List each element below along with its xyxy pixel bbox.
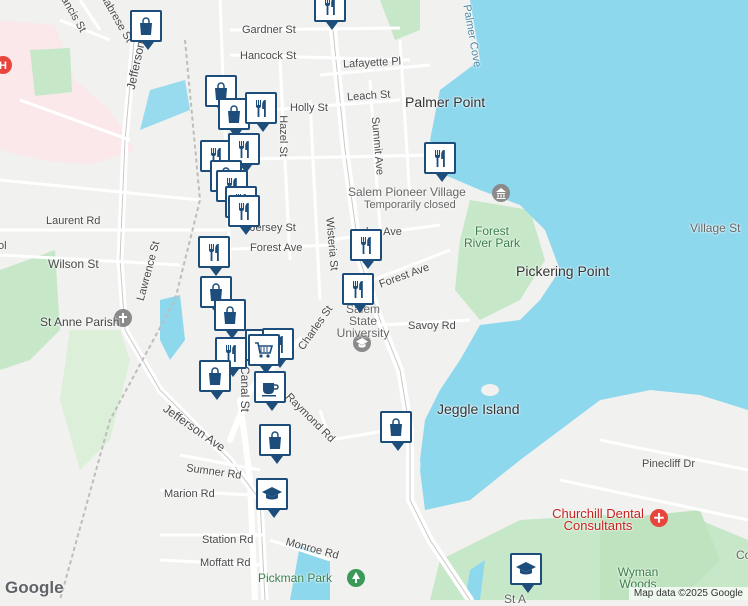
- park-label: Forest River Park: [463, 224, 520, 250]
- shopping-icon: [390, 418, 402, 436]
- cafe-marker[interactable]: [254, 371, 286, 411]
- restaurant-marker[interactable]: [342, 273, 374, 313]
- google-logo: Google: [5, 578, 64, 597]
- dining-icon: [239, 141, 249, 158]
- school-marker[interactable]: [256, 478, 288, 518]
- area-label: Jeggle Island: [437, 401, 520, 417]
- street-label: Hazel St: [276, 115, 289, 157]
- poi-label: Co: [736, 548, 748, 562]
- shopping-icon: [269, 431, 281, 449]
- area-label: Palmer Point: [405, 94, 486, 110]
- museum-icon[interactable]: [492, 184, 510, 202]
- dining-icon: [256, 100, 266, 117]
- area-label: Pickering Point: [516, 263, 610, 279]
- street-label: Gardner St: [242, 24, 296, 36]
- street-label: Laurent Rd: [46, 215, 101, 227]
- restaurant-marker[interactable]: [245, 92, 277, 132]
- restaurant-marker[interactable]: [314, 0, 346, 30]
- street-label: Marion Rd: [164, 488, 215, 500]
- street-label: Canal St: [238, 365, 253, 413]
- dining-icon: [353, 281, 363, 298]
- poi-label[interactable]: St Anne Parish: [40, 316, 119, 328]
- school-marker[interactable]: [510, 553, 542, 593]
- area-label: Village St: [690, 221, 741, 235]
- street-label: Pinecliff Dr: [642, 458, 695, 470]
- map-attribution[interactable]: Map data ©2025 Google: [628, 587, 748, 600]
- dining-icon: [435, 150, 445, 167]
- poi-label[interactable]: Churchill Dental Consultants: [548, 507, 648, 532]
- restaurant-marker[interactable]: [350, 229, 382, 269]
- street-label: ol: [0, 240, 7, 252]
- shopping-icon: [140, 17, 152, 35]
- street-label: Holly St: [290, 102, 328, 114]
- street-label: Moffatt Rd: [200, 557, 251, 569]
- dental-icon[interactable]: [650, 509, 668, 527]
- park-icon[interactable]: [347, 569, 365, 587]
- street-label: Forest Ave: [250, 242, 303, 254]
- restaurant-marker[interactable]: [424, 142, 456, 182]
- poi-label: St A: [504, 592, 527, 606]
- restaurant-marker[interactable]: [198, 236, 230, 276]
- hospital-icon[interactable]: H: [0, 56, 12, 74]
- shopping-marker[interactable]: [199, 360, 231, 400]
- shopping-icon: [209, 367, 221, 385]
- grocery-marker[interactable]: [248, 334, 280, 374]
- dining-icon: [361, 237, 371, 254]
- poi-label[interactable]: Salem Pioneer Village: [348, 186, 466, 198]
- shopping-icon: [224, 306, 236, 324]
- park-label: Pickman Park: [258, 571, 333, 585]
- cafe-icon: [262, 383, 279, 397]
- dining-icon: [239, 203, 249, 220]
- street-label: Savoy Rd: [408, 320, 456, 332]
- shopping-marker[interactable]: [130, 10, 162, 50]
- street-label: Wilson St: [48, 257, 99, 271]
- school-icon: [262, 487, 282, 500]
- grocery-icon: [255, 342, 274, 358]
- shopping-icon: [228, 105, 240, 123]
- school-icon: [516, 562, 536, 575]
- shopping-marker[interactable]: [214, 299, 246, 339]
- shopping-marker[interactable]: [380, 411, 412, 451]
- poi-status-label: Temporarily closed: [364, 199, 456, 211]
- shopping-marker[interactable]: [259, 424, 291, 464]
- dining-icon: [209, 244, 219, 261]
- svg-text:H: H: [0, 60, 7, 72]
- street-label: Station Rd: [202, 534, 254, 546]
- restaurant-marker[interactable]: [228, 195, 260, 235]
- dining-icon: [325, 0, 335, 15]
- street-label: Hancock St: [240, 50, 297, 62]
